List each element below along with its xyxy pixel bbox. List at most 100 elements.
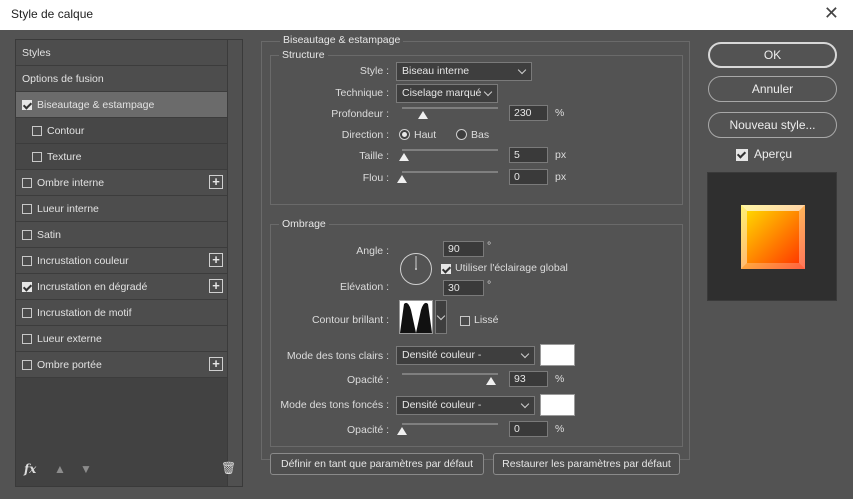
shadow-opacity-slider-track[interactable] (402, 423, 498, 425)
trash-icon[interactable]: 🗑 (221, 461, 236, 475)
add-style-instance-icon[interactable]: + (209, 253, 223, 267)
style-item-checkbox[interactable] (22, 177, 32, 188)
style-item-label: Styles (22, 46, 51, 59)
angle-label: Angle : (356, 245, 389, 257)
size-input[interactable]: 5 (509, 147, 548, 163)
style-item[interactable]: Incrustation couleur + (16, 248, 227, 274)
shadow-color-swatch[interactable] (540, 394, 575, 416)
style-item-checkbox[interactable] (22, 229, 32, 240)
structure-legend: Structure (279, 49, 328, 61)
depth-slider-track[interactable] (402, 107, 498, 109)
global-light-checkbox[interactable] (441, 264, 451, 274)
style-item-label: Lueur interne (37, 202, 99, 215)
style-item-label: Incrustation de motif (37, 306, 132, 319)
style-item-label: Ombre interne (37, 176, 105, 189)
highlight-opacity-slider-thumb[interactable] (486, 377, 497, 385)
style-item[interactable]: Options de fusion (16, 66, 227, 92)
bevel-group: Biseautage & estampage Structure Style :… (261, 34, 690, 460)
angle-input[interactable]: 90 (443, 241, 484, 257)
style-select-value: Biseau interne (402, 65, 470, 77)
size-unit: px (555, 149, 567, 161)
add-style-instance-icon[interactable]: + (209, 175, 223, 189)
style-item-checkbox[interactable] (22, 359, 32, 370)
chevron-down-icon (517, 65, 527, 75)
highlight-opacity-input[interactable]: 93 (509, 371, 548, 387)
structure-group: Structure Style : Biseau interne Techniq… (270, 49, 683, 205)
move-up-icon[interactable]: ▲ (54, 462, 66, 476)
depth-input[interactable]: 230 (509, 105, 548, 121)
direction-up-radio[interactable] (399, 129, 410, 140)
highlight-opacity-slider-track[interactable] (402, 373, 498, 375)
style-item[interactable]: Satin (16, 222, 227, 248)
style-item-label: Incrustation couleur (37, 254, 129, 267)
style-item-checkbox[interactable] (22, 281, 32, 292)
bevel-section-title: Biseautage & estampage (280, 34, 404, 46)
fx-icon[interactable]: fx (24, 462, 36, 476)
soften-slider-track[interactable] (402, 171, 498, 173)
style-item[interactable]: Lueur externe (16, 326, 227, 352)
style-item[interactable]: Texture (16, 144, 227, 170)
gloss-contour-dropdown[interactable] (435, 300, 447, 334)
move-down-icon[interactable]: ▼ (80, 462, 92, 476)
preview-graphic (741, 205, 805, 269)
style-item-label: Satin (37, 228, 61, 241)
shading-group: Ombrage Angle : 90 ° Utiliser l'éclairag… (270, 218, 683, 447)
style-item[interactable]: Ombre interne + (16, 170, 227, 196)
style-item[interactable]: Incrustation de motif (16, 300, 227, 326)
cancel-button[interactable]: Annuler (708, 76, 837, 102)
ok-button[interactable]: OK (708, 42, 837, 68)
style-item-checkbox[interactable] (22, 307, 32, 318)
new-style-button[interactable]: Nouveau style... (708, 112, 837, 138)
add-style-instance-icon[interactable]: + (209, 279, 223, 293)
highlight-mode-select[interactable]: Densité couleur - (396, 346, 535, 365)
make-default-button[interactable]: Définir en tant que paramètres par défau… (270, 453, 484, 475)
highlight-opacity-label: Opacité : (346, 374, 389, 386)
highlight-color-swatch[interactable] (540, 344, 575, 366)
add-style-instance-icon[interactable]: + (209, 357, 223, 371)
close-icon[interactable]: ✕ (824, 4, 839, 22)
style-item[interactable]: Lueur interne (16, 196, 227, 222)
chevron-down-icon (483, 87, 493, 97)
shadow-mode-value: Densité couleur - (402, 399, 482, 411)
styles-list: Styles Options de fusion Biseautage & esta… (16, 40, 227, 378)
style-item[interactable]: Styles (16, 40, 227, 66)
style-item-label: Texture (47, 150, 82, 163)
angle-dial[interactable] (399, 252, 433, 286)
gloss-contour-thumbnail[interactable] (399, 300, 433, 334)
style-item-checkbox[interactable] (32, 125, 42, 136)
title-bar: Style de calque ✕ (0, 0, 853, 30)
antialias-checkbox[interactable] (460, 316, 470, 326)
shadow-mode-select[interactable]: Densité couleur - (396, 396, 535, 415)
size-slider-track[interactable] (402, 149, 498, 151)
reset-default-button[interactable]: Restaurer les paramètres par défaut (493, 453, 680, 475)
preview-thumbnail (707, 172, 837, 301)
soften-slider-thumb[interactable] (397, 175, 407, 183)
style-item-checkbox[interactable] (32, 151, 42, 162)
style-item-checkbox[interactable] (22, 99, 32, 110)
style-item-checkbox[interactable] (22, 255, 32, 266)
direction-label: Direction : (341, 129, 389, 141)
technique-select[interactable]: Ciselage marqué (396, 84, 498, 103)
style-item[interactable]: Biseautage & estampage (16, 92, 227, 118)
layer-style-dialog: Styles Options de fusion Biseautage & esta… (0, 30, 853, 499)
shading-legend: Ombrage (279, 218, 329, 230)
shadow-opacity-slider-thumb[interactable] (397, 427, 407, 435)
preview-checkbox[interactable] (736, 149, 748, 161)
size-slider-thumb[interactable] (398, 153, 409, 161)
shadow-opacity-input[interactable]: 0 (509, 421, 548, 437)
altitude-unit: ° (487, 279, 492, 291)
angle-unit: ° (487, 240, 492, 252)
style-item-checkbox[interactable] (22, 333, 32, 344)
depth-slider-thumb[interactable] (418, 111, 429, 119)
style-item[interactable]: Ombre portée + (16, 352, 227, 378)
direction-down-radio[interactable] (456, 129, 467, 140)
altitude-input[interactable]: 30 (443, 280, 484, 296)
style-select[interactable]: Biseau interne (396, 62, 532, 81)
soften-input[interactable]: 0 (509, 169, 548, 185)
technique-label: Technique : (335, 87, 389, 99)
style-item[interactable]: Contour (16, 118, 227, 144)
style-label: Style : (359, 65, 389, 77)
style-item-checkbox[interactable] (22, 203, 32, 214)
style-item[interactable]: Incrustation en dégradé + (16, 274, 227, 300)
styles-scrollbar[interactable] (227, 40, 242, 486)
